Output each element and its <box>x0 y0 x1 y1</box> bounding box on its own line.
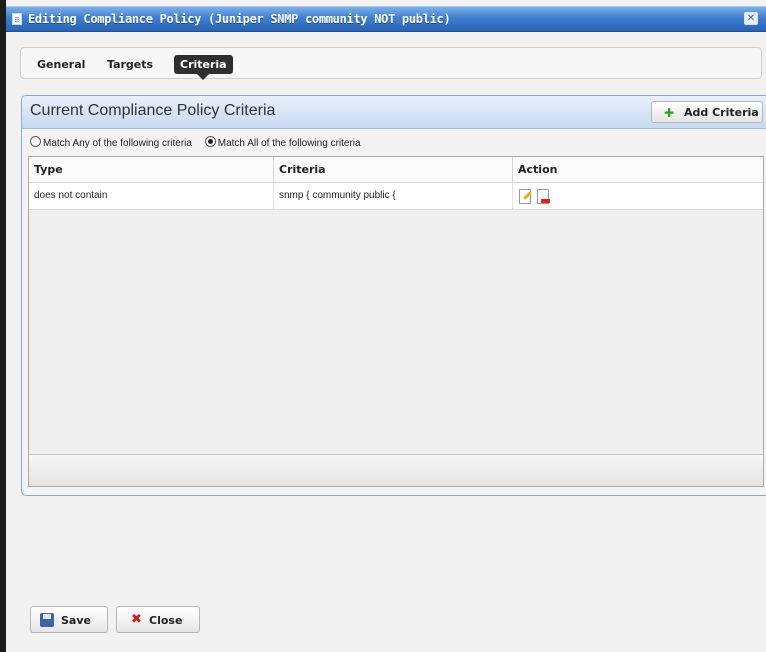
floppy-disk-icon <box>40 613 54 627</box>
criteria-panel: Current Compliance Policy Criteria ✚ Add… <box>21 95 766 496</box>
compliance-policy-dialog: Editing Compliance Policy (Juniper SNMP … <box>6 0 766 652</box>
add-criteria-label: Add Criteria <box>684 106 759 119</box>
close-icon: ✖ <box>131 612 142 627</box>
add-criteria-button[interactable]: ✚ Add Criteria <box>651 101 763 123</box>
table-footer <box>29 454 763 486</box>
tab-bar: General Targets Criteria <box>20 47 762 80</box>
plus-icon: ✚ <box>664 106 675 120</box>
panel-title: Current Compliance Policy Criteria <box>30 102 276 119</box>
cell-criteria: snmp { community public { <box>274 183 513 209</box>
tab-targets[interactable]: Targets <box>101 55 159 74</box>
tab-general[interactable]: General <box>31 55 91 74</box>
titlebar[interactable]: Editing Compliance Policy (Juniper SNMP … <box>6 6 766 32</box>
delete-icon[interactable] <box>537 189 550 204</box>
match-options: Match Any of the following criteria Matc… <box>30 136 371 152</box>
close-label: Close <box>149 614 183 627</box>
document-icon <box>12 13 22 25</box>
match-all-option[interactable]: Match All of the following criteria <box>204 136 361 149</box>
panel-header: Current Compliance Policy Criteria ✚ Add… <box>22 96 766 129</box>
cell-action <box>513 183 751 209</box>
window-close-icon[interactable]: ✕ <box>744 12 758 25</box>
column-header-type[interactable]: Type <box>29 157 274 182</box>
close-button[interactable]: ✖ Close <box>116 606 200 633</box>
column-header-criteria[interactable]: Criteria <box>274 157 513 182</box>
table-header: Type Criteria Action <box>29 157 763 183</box>
save-label: Save <box>61 614 91 627</box>
window-title: Editing Compliance Policy (Juniper SNMP … <box>28 12 451 26</box>
edit-icon[interactable] <box>519 189 531 204</box>
match-all-radio[interactable] <box>204 136 216 147</box>
match-all-label: Match All of the following criteria <box>217 138 361 149</box>
tab-criteria[interactable]: Criteria <box>174 55 233 80</box>
criteria-table: Type Criteria Action does not contain sn… <box>28 156 764 487</box>
match-any-option[interactable]: Match Any of the following criteria <box>30 136 192 149</box>
match-any-label: Match Any of the following criteria <box>43 138 192 149</box>
column-header-action[interactable]: Action <box>513 157 751 182</box>
save-button[interactable]: Save <box>30 606 108 633</box>
cell-type: does not contain <box>29 183 274 209</box>
match-any-radio[interactable] <box>30 136 41 147</box>
table-row[interactable]: does not contain snmp { community public… <box>29 183 763 210</box>
